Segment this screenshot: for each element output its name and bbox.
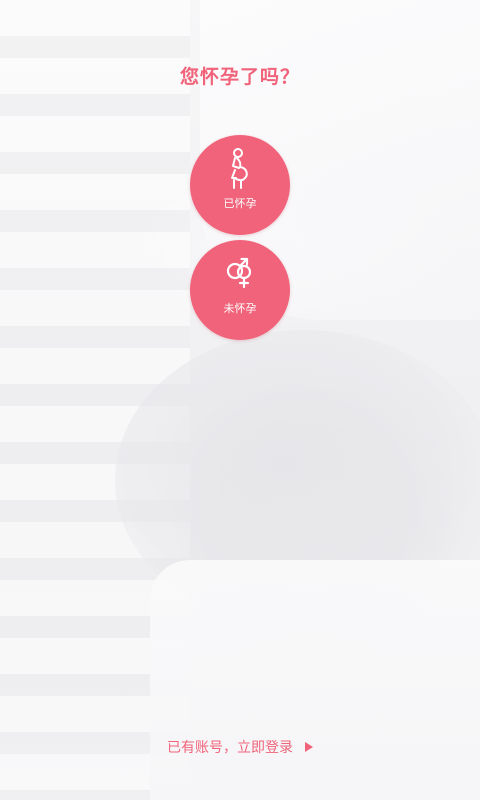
pregnant-button[interactable]: 已怀孕	[190, 135, 290, 235]
gender-symbols-icon	[226, 257, 252, 289]
arrow-right-icon	[305, 742, 313, 752]
background-cloth	[150, 560, 480, 800]
pregnant-label: 已怀孕	[223, 197, 257, 210]
pregnancy-status-screen: 您怀孕了吗？ 已怀孕 未怀孕 已有账号，立即登录	[0, 0, 480, 800]
not-pregnant-label: 未怀孕	[223, 302, 257, 315]
login-link[interactable]: 已有账号，立即登录	[0, 737, 480, 757]
login-link-text: 已有账号，立即登录	[167, 740, 293, 756]
not-pregnant-button[interactable]: 未怀孕	[190, 240, 290, 340]
pregnant-woman-icon	[231, 148, 248, 189]
question-title: 您怀孕了吗？	[179, 66, 300, 88]
